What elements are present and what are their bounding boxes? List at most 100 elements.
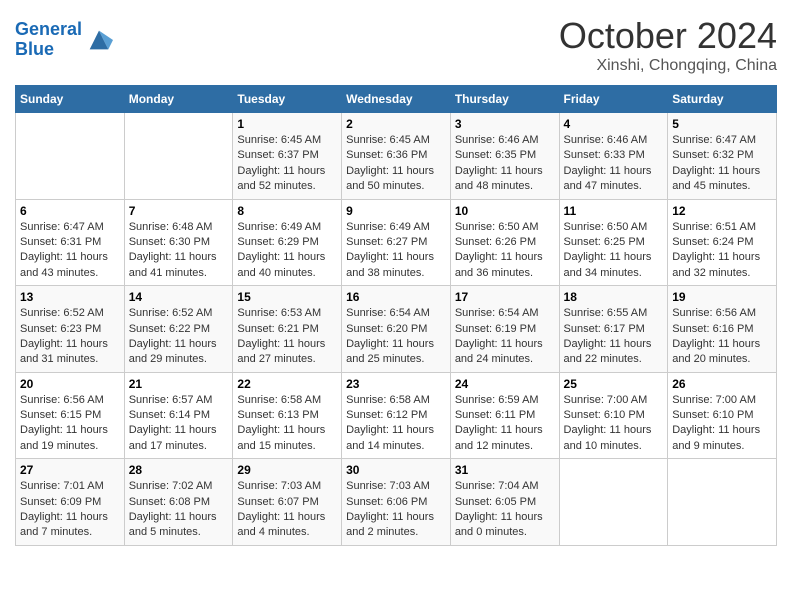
sunrise-text: Sunrise: 7:04 AM — [455, 480, 539, 492]
sunset-text: Sunset: 6:21 PM — [237, 323, 318, 335]
calendar-cell: 21Sunrise: 6:57 AMSunset: 6:14 PMDayligh… — [124, 372, 233, 459]
calendar-cell: 17 Sunrise: 6:54 AMSunset: 6:19 PMDayligh… — [450, 286, 559, 373]
day-info: Sunrise: 6:50 AM Sunset: 6:25 PM Daylight:… — [564, 220, 664, 282]
calendar-cell: 30Sunrise: 7:03 AMSunset: 6:06 PMDayligh… — [342, 459, 451, 546]
day-info: Sunrise: 6:47 AMSunset: 6:31 PMDaylight:… — [20, 220, 120, 282]
daylight-text: Daylight: 11 hours and 17 minutes. — [129, 424, 217, 451]
daylight-text: Daylight: 11 hours and 14 minutes. — [346, 424, 434, 451]
sunrise-text: Sunrise: 6:45 AM — [346, 134, 430, 146]
day-number: 26 — [672, 377, 772, 391]
calendar-cell: 1Sunrise: 6:45 AMSunset: 6:37 PMDaylight… — [233, 113, 342, 200]
sunset-text: Sunset: 6:30 PM — [129, 236, 210, 248]
day-number: 10 — [455, 204, 555, 218]
day-info: Sunrise: 6:49 AMSunset: 6:27 PMDaylight:… — [346, 220, 446, 282]
day-info: Sunrise: 6:52 AM Sunset: 6:23 PM Daylight:… — [20, 306, 120, 368]
daylight-text: Daylight: 11 hours and 50 minutes. — [346, 165, 434, 192]
sunrise-text: Sunrise: 6:57 AM — [129, 394, 213, 406]
daylight-text: Daylight: 11 hours and 4 minutes. — [237, 511, 325, 538]
calendar-cell: 5Sunrise: 6:47 AMSunset: 6:32 PMDaylight… — [668, 113, 777, 200]
sunrise-text: Sunrise: 6:46 AM — [455, 134, 539, 146]
week-row-3: 20Sunrise: 6:56 AMSunset: 6:15 PMDayligh… — [16, 372, 777, 459]
day-number: 6 — [20, 204, 120, 218]
sunrise-text: Sunrise: 6:52 AM — [20, 307, 104, 319]
logo: General Blue — [15, 20, 113, 60]
day-number: 31 — [455, 463, 555, 477]
daylight-text: Daylight: 11 hours and 19 minutes. — [20, 424, 108, 451]
weekday-header-sunday: Sunday — [16, 86, 125, 113]
daylight-text: Daylight: 11 hours and 15 minutes. — [237, 424, 325, 451]
day-number: 16 — [346, 290, 446, 304]
sunset-text: Sunset: 6:32 PM — [672, 149, 753, 161]
sunset-text: Sunset: 6:05 PM — [455, 496, 536, 508]
day-info: Sunrise: 6:58 AM Sunset: 6:12 PM Daylight:… — [346, 393, 446, 455]
day-number: 28 — [129, 463, 229, 477]
day-number: 1 — [237, 117, 337, 131]
daylight-text: Daylight: 11 hours and 0 minutes. — [455, 511, 543, 538]
calendar-cell: 4Sunrise: 6:46 AMSunset: 6:33 PMDaylight… — [559, 113, 668, 200]
sunrise-text: Sunrise: 7:01 AM — [20, 480, 104, 492]
sunset-text: Sunset: 6:27 PM — [346, 236, 427, 248]
sunset-text: Sunset: 6:07 PM — [237, 496, 318, 508]
sunrise-text: Sunrise: 7:02 AM — [129, 480, 213, 492]
sunrise-text: Sunrise: 6:56 AM — [672, 307, 756, 319]
logo-general: General — [15, 19, 82, 39]
calendar-body: 1 Sunrise: 6:45 AM Sunset: 6:37 PM Daylight… — [16, 113, 777, 546]
daylight-text: Daylight: 11 hours and 27 minutes. — [237, 338, 325, 365]
daylight-text: Daylight: 11 hours and 10 minutes. — [564, 424, 652, 451]
calendar-cell: 7Sunrise: 6:48 AMSunset: 6:30 PMDaylight… — [124, 199, 233, 286]
sunrise-text: Sunrise: 6:58 AM — [346, 394, 430, 406]
sunset-text: Sunset: 6:13 PM — [237, 409, 318, 421]
logo-blue: Blue — [15, 39, 54, 59]
calendar-cell: 29Sunrise: 7:03 AMSunset: 6:07 PMDayligh… — [233, 459, 342, 546]
day-info: Sunrise: 6:53 AM Sunset: 6:21 PM Daylight:… — [237, 306, 337, 368]
day-info: Sunrise: 6:50 AMSunset: 6:26 PMDaylight:… — [455, 220, 555, 282]
daylight-text: Daylight: 11 hours and 25 minutes. — [346, 338, 434, 365]
sunset-text: Sunset: 6:23 PM — [20, 323, 101, 335]
calendar-cell: 19Sunrise: 6:56 AMSunset: 6:16 PMDayligh… — [668, 286, 777, 373]
day-info: Sunrise: 6:58 AMSunset: 6:13 PMDaylight:… — [237, 393, 337, 455]
calendar-cell — [668, 459, 777, 546]
week-row-4: 27 Sunrise: 7:01 AM Sunset: 6:09 PM Dayligh… — [16, 459, 777, 546]
calendar-cell — [559, 459, 668, 546]
sunset-text: Sunset: 6:25 PM — [564, 236, 645, 248]
day-number: 4 — [564, 117, 664, 131]
sunset-text: Sunset: 6:37 PM — [237, 149, 318, 161]
day-info: Sunrise: 7:00 AMSunset: 6:10 PMDaylight:… — [672, 393, 772, 455]
page-header: General Blue October 2024 Xinshi, Chongq… — [15, 15, 777, 75]
calendar-cell: 6 Sunrise: 6:47 AMSunset: 6:31 PMDaylight… — [16, 199, 125, 286]
day-info: Sunrise: 7:02 AMSunset: 6:08 PMDaylight:… — [129, 479, 229, 541]
day-info: Sunrise: 6:54 AMSunset: 6:19 PMDaylight:… — [455, 306, 555, 368]
calendar-cell: 11Sunrise: 6:50 AMSunset: 6:25 PMDayligh… — [559, 199, 668, 286]
day-number: 29 — [237, 463, 337, 477]
daylight-text: Daylight: 11 hours and 34 minutes. — [564, 251, 652, 278]
day-number: 12 — [672, 204, 772, 218]
sunset-text: Sunset: 6:22 PM — [129, 323, 210, 335]
logo-icon — [85, 26, 113, 54]
day-number: 19 — [672, 290, 772, 304]
week-row-0: 1 Sunrise: 6:45 AM Sunset: 6:37 PM Daylight… — [16, 113, 777, 200]
day-number: 27 — [20, 463, 120, 477]
sunset-text: Sunset: 6:10 PM — [672, 409, 753, 421]
day-number: 17 — [455, 290, 555, 304]
sunrise-text: Sunrise: 6:53 AM — [237, 307, 321, 319]
day-number: 13 — [20, 290, 120, 304]
daylight-text: Daylight: 11 hours and 47 minutes. — [564, 165, 652, 192]
sunrise-text: Sunrise: 6:50 AM — [564, 221, 648, 233]
daylight-text: Daylight: 11 hours and 31 minutes. — [20, 338, 108, 365]
sunrise-text: Sunrise: 6:47 AM — [672, 134, 756, 146]
sunset-text: Sunset: 6:24 PM — [672, 236, 753, 248]
sunset-text: Sunset: 6:09 PM — [20, 496, 101, 508]
daylight-text: Daylight: 11 hours and 5 minutes. — [129, 511, 217, 538]
sunset-text: Sunset: 6:12 PM — [346, 409, 427, 421]
daylight-text: Daylight: 11 hours and 38 minutes. — [346, 251, 434, 278]
daylight-text: Daylight: 11 hours and 20 minutes. — [672, 338, 760, 365]
day-number: 9 — [346, 204, 446, 218]
sunrise-text: Sunrise: 6:52 AM — [129, 307, 213, 319]
calendar-cell: 27Sunrise: 7:01 AMSunset: 6:09 PMDayligh… — [16, 459, 125, 546]
daylight-text: Daylight: 11 hours and 43 minutes. — [20, 251, 108, 278]
sunset-text: Sunset: 6:19 PM — [455, 323, 536, 335]
daylight-text: Daylight: 11 hours and 41 minutes. — [129, 251, 217, 278]
weekday-row: SundayMondayTuesdayWednesdayThursdayFrid… — [16, 86, 777, 113]
weekday-header-tuesday: Tuesday — [233, 86, 342, 113]
daylight-text: Daylight: 11 hours and 52 minutes. — [237, 165, 325, 192]
